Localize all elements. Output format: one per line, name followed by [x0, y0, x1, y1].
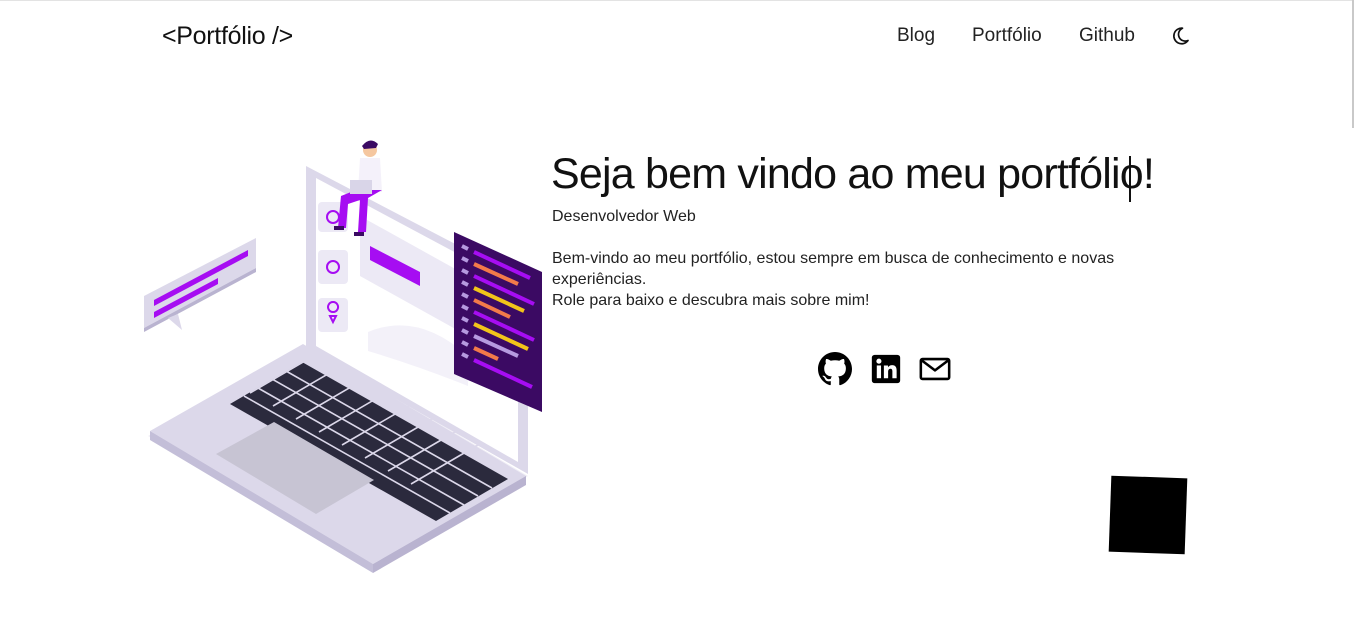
- decorative-square: [1108, 475, 1188, 555]
- moon-icon: [1173, 27, 1189, 45]
- theme-toggle-button[interactable]: [1168, 24, 1192, 48]
- site-logo[interactable]: <Portfólio />: [162, 22, 293, 51]
- nav-link-github[interactable]: Github: [1079, 25, 1135, 47]
- github-link[interactable]: [818, 352, 852, 386]
- hero-title: Seja bem vindo ao meu portfólio!: [551, 150, 1155, 198]
- intro-line-1: Bem-vindo ao meu portfólio, estou sempre…: [552, 250, 1115, 288]
- linkedin-link[interactable]: [869, 352, 903, 386]
- email-link[interactable]: [918, 352, 952, 386]
- mail-icon: [919, 357, 951, 381]
- hero-illustration: [138, 136, 548, 574]
- chat-bubble: [144, 238, 256, 328]
- intro-line-2: Role para baixo e descubra mais sobre mi…: [552, 292, 870, 309]
- site-header: <Portfólio /> Blog Portfólio Github: [0, 0, 1354, 74]
- hero-subtitle: Desenvolvedor Web: [552, 208, 696, 225]
- nav-link-portfolio[interactable]: Portfólio: [972, 25, 1042, 47]
- nav-link-blog[interactable]: Blog: [897, 25, 935, 47]
- linkedin-icon: [871, 354, 901, 384]
- hero-intro: Bem-vindo ao meu portfólio, estou sempre…: [552, 248, 1212, 311]
- github-icon: [818, 352, 852, 386]
- typing-caret: [1129, 156, 1131, 202]
